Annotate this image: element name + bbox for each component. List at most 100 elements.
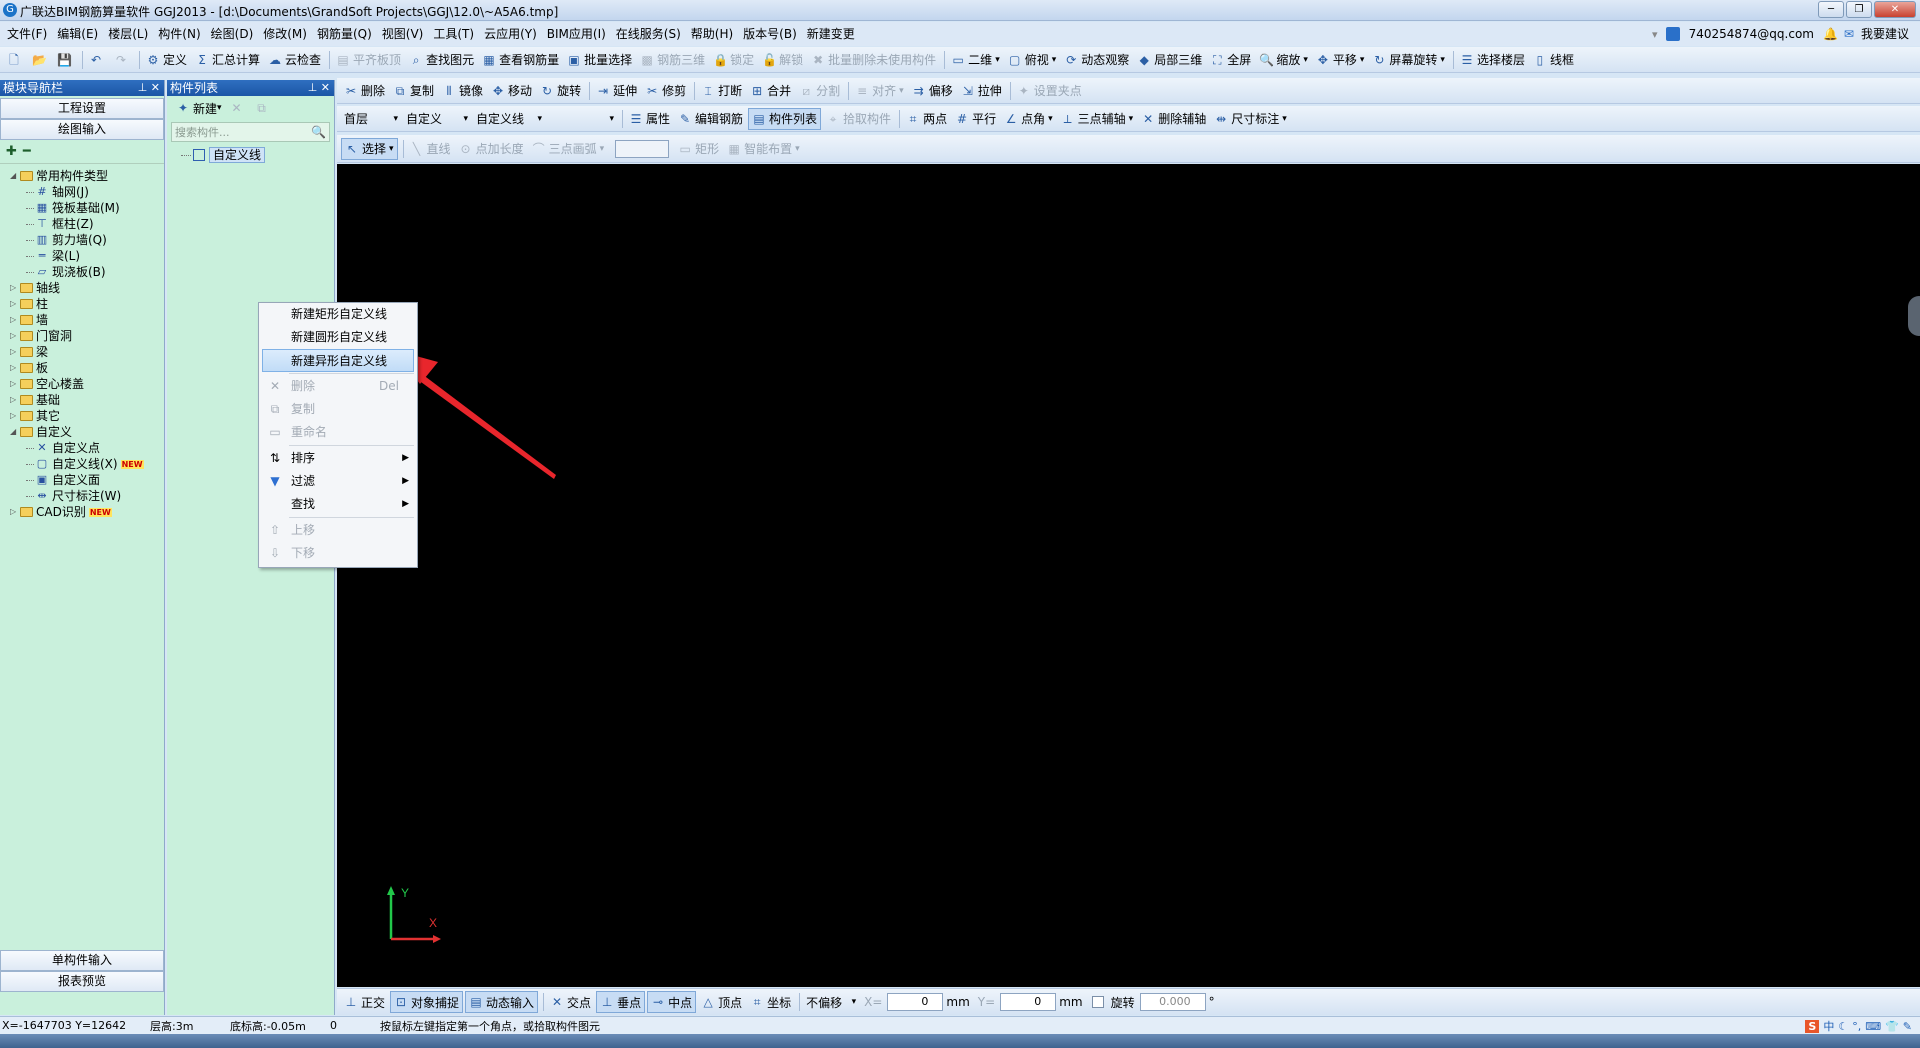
tree-node[interactable]: ▷ 板 [10, 360, 164, 376]
tb2-button-7[interactable]: ⌶ 打断 [698, 80, 745, 102]
tb2-button-13[interactable]: ✦ 设置夹点 [1014, 80, 1085, 102]
tb4-button-0[interactable]: ↖ 选择 ▾ [341, 137, 398, 160]
snap-toggle-5[interactable]: ⊸ 中点 [647, 991, 697, 1013]
snap-toggle-0[interactable]: ⊥ 正交 [341, 991, 388, 1013]
component-list-item[interactable]: 自定义线 [181, 146, 334, 164]
tb2-button-2[interactable]: ⫴ 镜像 [439, 80, 486, 102]
undo-icon[interactable]: ↶ [86, 49, 109, 71]
tb1-button-18[interactable]: ↻ 屏幕旋转 ▾ [1369, 49, 1448, 71]
expanded-arrow-icon[interactable]: ◢ [10, 168, 20, 184]
moon-icon[interactable]: ☾ [1838, 1020, 1848, 1033]
menu-item-8[interactable]: 工具(T) [428, 22, 479, 46]
tb2-button-11[interactable]: ⇉ 偏移 [909, 80, 956, 102]
floor-select[interactable]: 首层 ▾ [341, 108, 401, 130]
snap-toggle-3[interactable]: ✕ 交点 [547, 991, 594, 1013]
tb1-button-3[interactable]: ▤ 平齐板顶 [333, 49, 404, 71]
collapsed-arrow-icon[interactable]: ▷ [10, 376, 20, 392]
arc-param-select[interactable] [615, 139, 670, 158]
redo-icon[interactable]: ↷ [111, 49, 134, 71]
snap-toggle-1[interactable]: ⊡ 对象捕捉 [390, 991, 464, 1013]
tb4-button-3[interactable]: ⌒ 三点画弧 ▾ [529, 138, 608, 160]
tree-node[interactable]: ▷ 柱 [10, 296, 164, 312]
maximize-button[interactable]: ❐ [1846, 1, 1872, 18]
tree-node[interactable]: ▷ 墙 [10, 312, 164, 328]
collapsed-arrow-icon[interactable]: ▷ [10, 504, 20, 520]
menu-item-7[interactable]: 视图(V) [377, 22, 429, 46]
dropdown-arrow-icon[interactable]: ▾ [1652, 28, 1658, 41]
close-button[interactable]: ✕ [1874, 1, 1916, 18]
tb1-button-5[interactable]: ▦ 查看钢筋量 [479, 49, 562, 71]
tb2-button-6[interactable]: ✂ 修剪 [642, 80, 689, 102]
tb3-button-6[interactable]: ∠ 点角 ▾ [1001, 108, 1056, 130]
collapse-all-icon[interactable]: ━ [23, 144, 31, 159]
tb3-button-5[interactable]: # 平行 [952, 108, 999, 130]
snap-toggle-6[interactable]: △ 顶点 [698, 991, 745, 1013]
tree-node[interactable]: ▷ 梁 [10, 344, 164, 360]
tb2-button-0[interactable]: ✂ 删除 [341, 80, 388, 102]
context-menu-item-2[interactable]: 新建异形自定义线 [262, 349, 414, 372]
snap-toggle-4[interactable]: ⊥ 垂点 [596, 991, 646, 1013]
tb3-button-0[interactable]: ☰ 属性 [626, 108, 673, 130]
tree-node[interactable]: ⊤ 框柱(Z) [10, 216, 164, 232]
offset-select[interactable]: 不偏移 ▾ [803, 991, 859, 1013]
collapsed-arrow-icon[interactable]: ▷ [10, 296, 20, 312]
open-file-icon[interactable]: 📂 [29, 49, 52, 71]
skin-icon[interactable]: 👕 [1885, 1020, 1899, 1033]
collapsed-arrow-icon[interactable]: ▷ [10, 360, 20, 376]
tb1-button-15[interactable]: ⛶ 全屏 [1207, 49, 1254, 71]
account-email[interactable]: 740254874@qq.com [1684, 22, 1819, 46]
menu-item-0[interactable]: 文件(F) [2, 22, 52, 46]
report-preview-button[interactable]: 报表预览 [0, 971, 164, 992]
rotate-checkbox[interactable] [1091, 996, 1104, 1008]
menu-item-4[interactable]: 绘图(D) [206, 22, 259, 46]
tree-node[interactable]: ▷ 轴线 [10, 280, 164, 296]
tree-node[interactable]: ▥ 剪力墙(Q) [10, 232, 164, 248]
tb1-button-0[interactable]: ⚙ 定义 [143, 49, 190, 71]
tb4-button-1[interactable]: ╲ 直线 [407, 138, 454, 160]
tree-node[interactable]: ═ 梁(L) [10, 248, 164, 264]
tb1-button-2[interactable]: ☁ 云检查 [265, 49, 324, 71]
tb1-button-14[interactable]: ◆ 局部三维 [1134, 49, 1205, 71]
collapsed-arrow-icon[interactable]: ▷ [10, 328, 20, 344]
tb3-button-7[interactable]: ⟂ 三点辅轴 ▾ [1058, 108, 1137, 130]
context-menu-item-4[interactable]: ⧉ 复制 [259, 398, 417, 421]
tb2-button-1[interactable]: ⧉ 复制 [390, 80, 437, 102]
component-item-label[interactable]: 自定义线 [209, 147, 266, 163]
project-settings-button[interactable]: 工程设置 [0, 98, 164, 119]
tb1-button-16[interactable]: 🔍 缩放 ▾ [1256, 49, 1311, 71]
ime-logo-icon[interactable]: S [1805, 1019, 1820, 1033]
menu-item-14[interactable]: 新建变更 [802, 22, 860, 46]
new-file-icon[interactable]: 🗋 [4, 49, 27, 71]
menu-item-2[interactable]: 楼层(L) [103, 22, 153, 46]
drawing-input-button[interactable]: 绘图输入 [0, 119, 164, 140]
save-icon[interactable]: 💾 [54, 49, 77, 71]
expand-all-icon[interactable]: ✚ [6, 144, 17, 159]
tb1-button-20[interactable]: ▯ 线框 [1530, 49, 1577, 71]
tb3-button-4[interactable]: ⌗ 两点 [903, 108, 950, 130]
tb2-button-9[interactable]: ⧄ 分割 [796, 80, 843, 102]
tree-node[interactable]: ▦ 筏板基础(M) [10, 200, 164, 216]
tb1-button-13[interactable]: ⟳ 动态观察 [1061, 49, 1132, 71]
collapsed-arrow-icon[interactable]: ▷ [10, 344, 20, 360]
menu-item-1[interactable]: 编辑(E) [52, 22, 103, 46]
suggest-link[interactable]: 我要建议 [1856, 22, 1914, 46]
tree-node[interactable]: ▷ CAD识别 NEW [10, 504, 164, 520]
tb4-button-2[interactable]: ⊙ 点加长度 [456, 138, 527, 160]
tree-node[interactable]: ▷ 其它 [10, 408, 164, 424]
tb1-button-11[interactable]: ▭ 二维 ▾ [948, 49, 1003, 71]
menu-item-10[interactable]: BIM应用(I) [542, 22, 611, 46]
snap-toggle-7[interactable]: ⌗ 坐标 [747, 991, 794, 1013]
context-menu-item-7[interactable]: ▼ 过滤 ▶ [259, 470, 417, 493]
tb1-button-17[interactable]: ✥ 平移 ▾ [1313, 49, 1368, 71]
tb2-button-3[interactable]: ✥ 移动 [488, 80, 535, 102]
tree-node[interactable]: ✕ 自定义点 [10, 440, 164, 456]
search-icon[interactable]: 🔍 [311, 125, 329, 139]
collapsed-arrow-icon[interactable]: ▷ [10, 392, 20, 408]
tree-node[interactable]: ▷ 基础 [10, 392, 164, 408]
category-select[interactable]: 自定义 ▾ [403, 108, 471, 130]
tb1-button-19[interactable]: ☰ 选择楼层 [1457, 49, 1528, 71]
search-box[interactable]: 搜索构件... 🔍 [171, 122, 330, 142]
tb2-button-10[interactable]: ≡ 对齐 ▾ [852, 80, 907, 102]
y-input[interactable]: 0 [1000, 993, 1057, 1011]
tree-node[interactable]: ▣ 自定义面 [10, 472, 164, 488]
